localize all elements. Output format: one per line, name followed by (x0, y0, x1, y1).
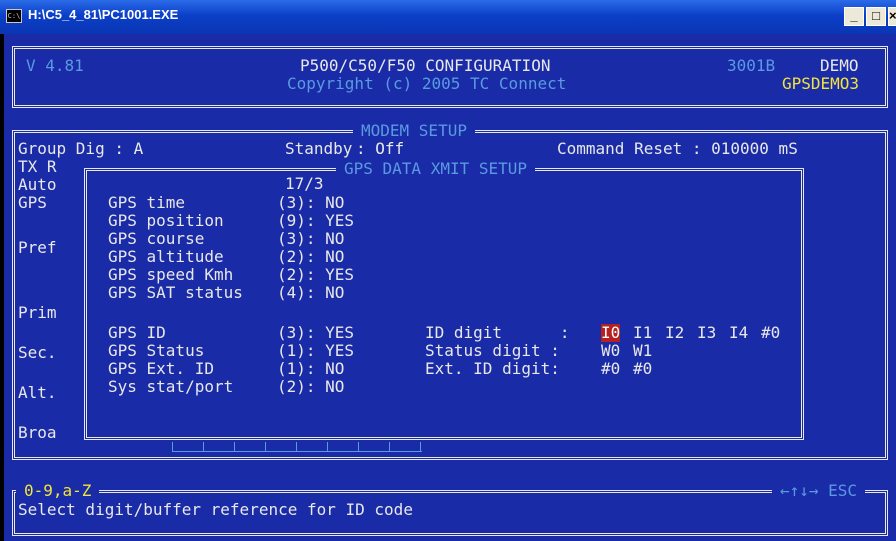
gps-item-value[interactable]: (1): NO (277, 360, 344, 378)
footer-keys: 0-9,a-Z (16, 483, 100, 499)
standby-label: Standby (285, 139, 353, 158)
side-label-pref: Pref (18, 238, 57, 257)
mode-label: DEMO (820, 56, 859, 75)
maximize-button[interactable]: □ (866, 7, 886, 26)
version-label: V 4.81 (26, 56, 84, 75)
gps-item-value[interactable]: (1): YES (277, 342, 354, 360)
gps-item-label: GPS time (108, 193, 186, 212)
id-digit-option[interactable]: I4 (729, 324, 748, 342)
side-label-auto: Auto (18, 175, 57, 194)
status-digit-label: Status digit : (425, 341, 560, 360)
gps-item-label: GPS SAT status (108, 283, 243, 302)
version-code: 3001B (727, 56, 776, 75)
gps-item-value[interactable]: (4): NO (277, 284, 344, 302)
ruler (172, 441, 422, 452)
nav-keys-hint: ←↑↓→ ESC (772, 483, 866, 499)
modem-setup-title: MODEM SETUP (353, 123, 475, 139)
ext-id-digit-option[interactable]: #0 (633, 360, 652, 378)
id-digit-option[interactable]: I1 (633, 324, 652, 342)
gps-item-value[interactable]: (2): YES (277, 266, 354, 284)
command-reset-field[interactable]: Command Reset : 010000 mS (557, 140, 798, 158)
gps-item-value[interactable]: (3): NO (277, 230, 344, 248)
side-label-tx: TX R (18, 157, 57, 176)
ext-id-digit-label: Ext. ID digit: (425, 359, 560, 378)
id-digit-option[interactable]: #0 (761, 324, 780, 342)
minimize-button[interactable]: _ (844, 7, 864, 26)
id-digit-option[interactable]: I2 (665, 324, 684, 342)
side-label-alt: Alt. (18, 383, 57, 402)
app-title: P500/C50/F50 CONFIGURATION (300, 56, 551, 75)
gps-item-label: GPS altitude (108, 247, 224, 266)
gps-item-label: GPS ID (108, 323, 166, 342)
gps-item-label: Sys stat/port (108, 377, 234, 396)
gps-item-value[interactable]: (3): YES (277, 324, 354, 342)
id-digit-label: ID digit : (425, 323, 570, 342)
gps-setup-title: GPS DATA XMIT SETUP (336, 161, 536, 177)
close-button[interactable]: × (888, 7, 896, 26)
title-bar[interactable]: C:\ H:\C5_4_81\PC1001.EXE _ □ × (0, 0, 896, 34)
group-dig-field[interactable]: Group Dig : A (18, 140, 143, 158)
id-digit-option-selected[interactable]: I0 (601, 324, 621, 342)
gps-setup-box (84, 168, 804, 440)
status-digit-option[interactable]: W1 (633, 342, 652, 360)
id-digit-option[interactable]: I3 (697, 324, 716, 342)
gps-item-label: GPS course (108, 229, 205, 248)
gps-item-value[interactable]: (2): NO (277, 248, 344, 266)
gps-item-label: GPS Ext. ID (108, 359, 214, 378)
window-title: H:\C5_4_81\PC1001.EXE (28, 7, 179, 22)
ext-id-digit-option[interactable]: #0 (601, 360, 620, 378)
gps-item-value[interactable]: (3): NO (277, 194, 344, 212)
gps-item-value[interactable]: (9): YES (277, 212, 354, 230)
gps-counter: 17/3 (285, 174, 324, 193)
cmd-icon: C:\ (6, 9, 22, 23)
side-label-prim: Prim (18, 303, 57, 322)
side-label-gps: GPS (18, 193, 47, 212)
gps-item-label: GPS speed Kmh (108, 265, 234, 284)
gps-item-label: GPS Status (108, 341, 205, 360)
gps-item-label: GPS position (108, 211, 224, 230)
status-digit-option[interactable]: W0 (601, 342, 620, 360)
gps-item-value[interactable]: (2): NO (277, 378, 344, 396)
device-name: GPSDEMO3 (782, 74, 860, 93)
standby-value[interactable]: : Off (356, 140, 404, 158)
console-area: V 4.81 P500/C50/F50 CONFIGURATION Copyri… (4, 34, 896, 541)
help-text: Select digit/buffer reference for ID cod… (18, 500, 413, 519)
side-label-broa: Broa (18, 423, 57, 442)
copyright: Copyright (c) 2005 TC Connect (287, 74, 567, 93)
side-label-sec: Sec. (18, 343, 57, 362)
